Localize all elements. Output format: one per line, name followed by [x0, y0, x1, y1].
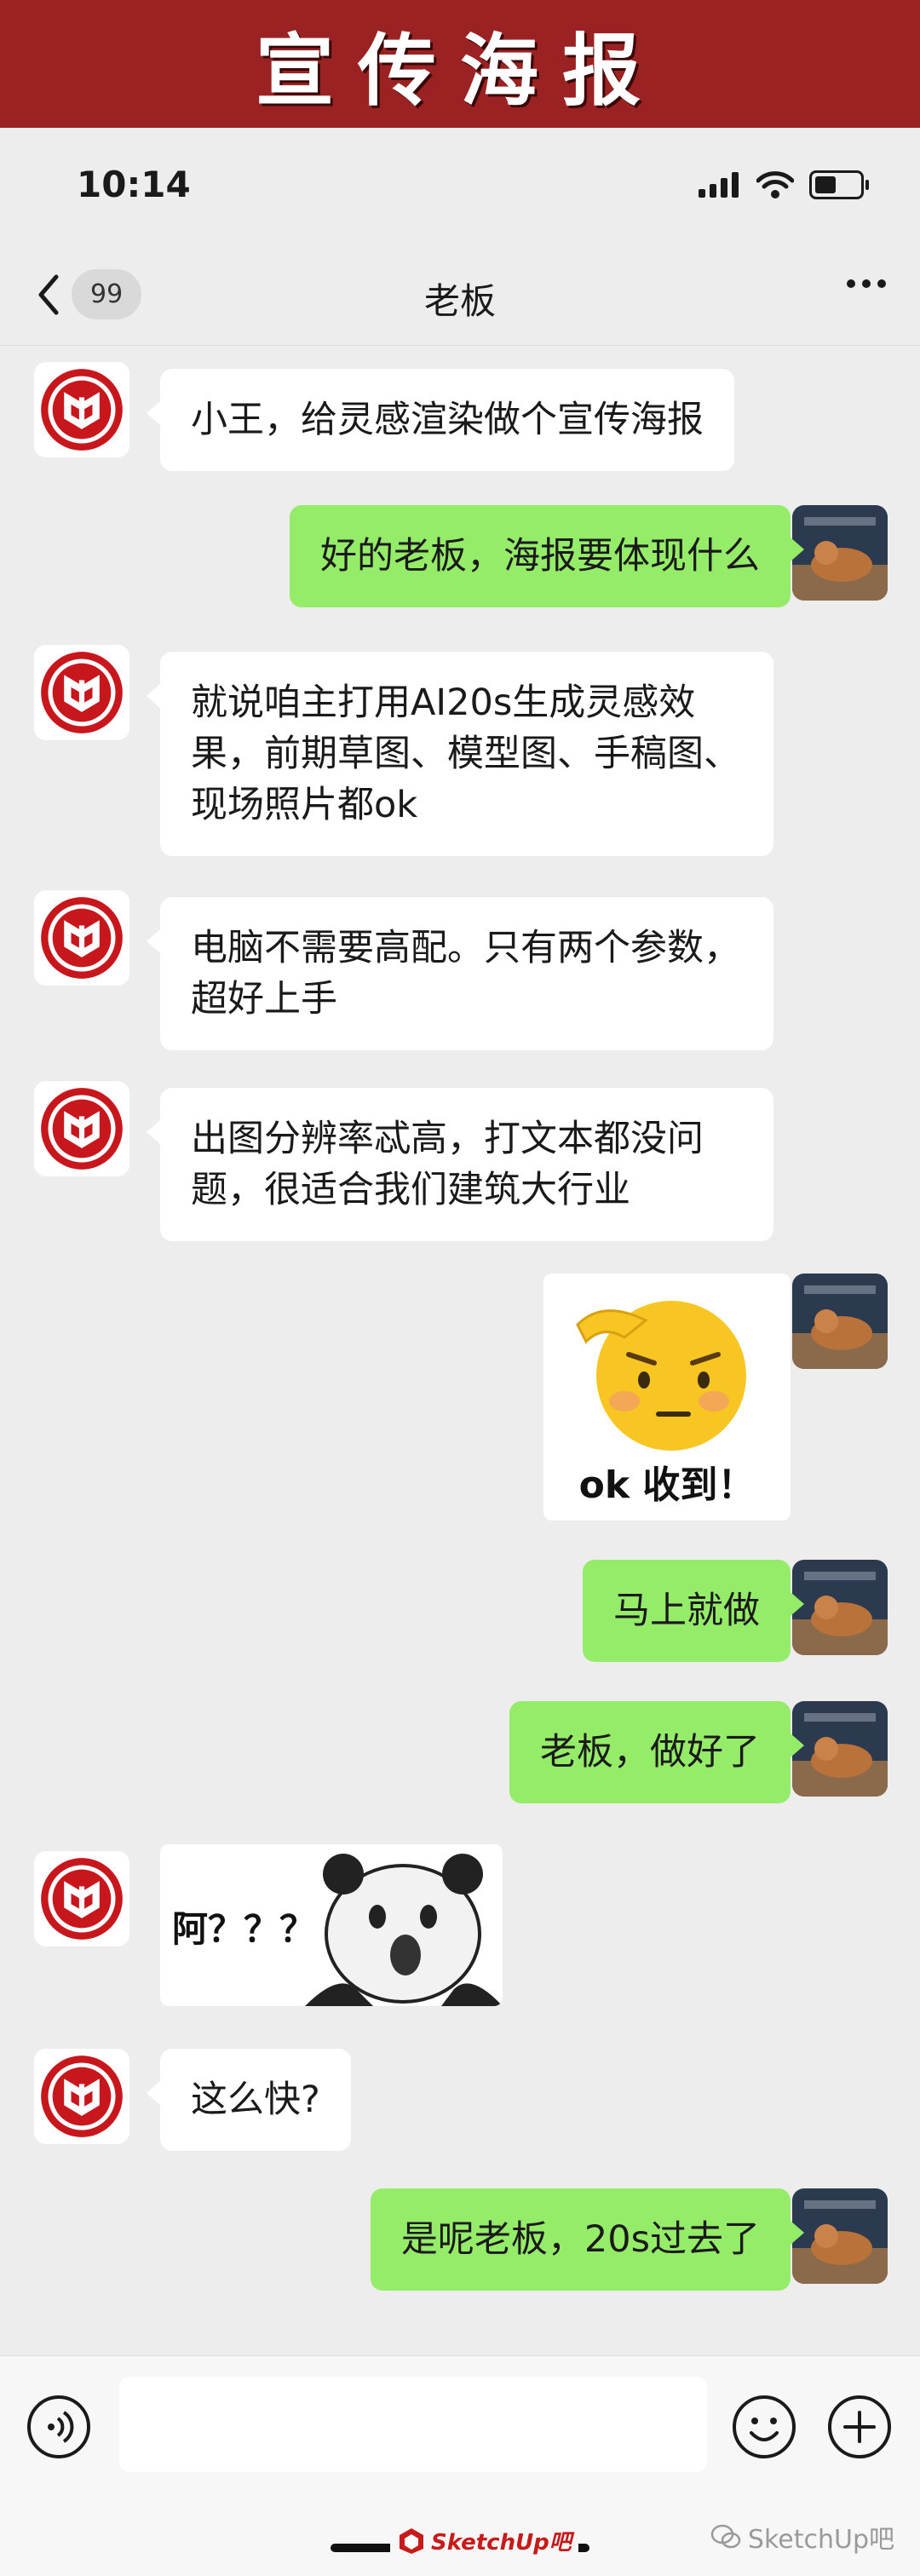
more-dot-icon [877, 279, 886, 288]
cartoon-avatar-icon [792, 1560, 888, 1655]
voice-input-button[interactable] [26, 2394, 92, 2464]
boss-avatar[interactable] [34, 1081, 129, 1176]
poster-banner: 宣传海报 [0, 0, 920, 128]
account-name: SketchUp吧 [747, 2525, 894, 2555]
add-attachment-button[interactable] [826, 2394, 893, 2464]
red-logo-icon [41, 2056, 123, 2137]
message-bubble[interactable]: 老板，做好了 [509, 1701, 804, 1803]
red-logo-icon [41, 1088, 123, 1170]
message-bubble[interactable]: 是呢老板，20s过去了 [370, 2188, 805, 2291]
panda-sticker[interactable]: 阿？？？ [160, 1844, 503, 2006]
more-dot-icon [862, 279, 871, 288]
sticker-caption: 阿？？？ [172, 1908, 316, 1950]
cartoon-avatar-icon [792, 2188, 888, 2284]
plus-icon [828, 2395, 891, 2458]
more-dot-icon [847, 279, 855, 288]
message-bubble[interactable]: 马上就做 [583, 1560, 804, 1662]
sketchup-logo-icon [400, 2527, 423, 2554]
message-bubble[interactable]: 小王，给灵感渲染做个宣传海报 [147, 369, 734, 471]
smiley-icon [733, 2395, 796, 2458]
my-avatar[interactable] [792, 1701, 888, 1797]
account-watermark: SketchUp吧 [710, 2518, 894, 2556]
emoji-button[interactable] [731, 2394, 797, 2464]
status-bar: 10:14 [0, 128, 920, 239]
my-avatar[interactable] [792, 1560, 888, 1655]
sticker-caption: ok 收到！ [578, 1463, 756, 1507]
red-logo-icon [41, 369, 123, 451]
battery-icon [809, 170, 869, 199]
message-bubble[interactable]: 电脑不需要高配。只有两个参数，超好上手 [147, 897, 773, 1050]
message-bubble[interactable]: 这么快? [147, 2049, 351, 2151]
message-bubble[interactable]: 出图分辨率忒高，打文本都没问题，很适合我们建筑大行业 [147, 1088, 773, 1241]
wifi-icon [756, 171, 794, 198]
chat-title: 老板 [423, 280, 496, 322]
salute-sticker[interactable]: ok 收到！ [543, 1274, 791, 1521]
watermark-logo-text: SketchUp吧 [431, 2530, 572, 2556]
wechat-icon [710, 2524, 741, 2549]
boss-avatar[interactable] [34, 890, 129, 986]
cartoon-avatar-icon [792, 505, 888, 601]
status-icons [699, 170, 869, 199]
panda-face-icon [305, 1854, 503, 2006]
cartoon-avatar-icon [792, 1701, 888, 1797]
boss-avatar[interactable] [34, 2049, 129, 2144]
voice-icon [27, 2395, 90, 2458]
signal-icon [699, 172, 739, 198]
chat-nav-bar: 99 老板 [0, 239, 920, 346]
red-logo-icon [41, 1858, 123, 1940]
boss-avatar[interactable] [34, 645, 129, 740]
cartoon-avatar-icon [792, 1274, 888, 1369]
message-input[interactable] [119, 2377, 707, 2472]
status-time: 10:14 [77, 164, 191, 205]
my-avatar[interactable] [792, 1274, 888, 1369]
input-bar: SketchUp吧 SketchUp吧 [0, 2355, 920, 2576]
banner-title: 宣传海报 [255, 25, 664, 117]
my-avatar[interactable] [792, 505, 888, 601]
my-avatar[interactable] [792, 2188, 888, 2284]
red-logo-icon [41, 897, 123, 979]
more-options-button[interactable] [847, 279, 886, 288]
red-logo-icon [41, 652, 123, 733]
message-bubble[interactable]: 就说咱主打用AI20s生成灵感效果，前期草图、模型图、手稿图、现场照片都ok [147, 652, 773, 856]
boss-avatar[interactable] [34, 362, 129, 457]
watermark-logo: SketchUp吧 [390, 2525, 578, 2556]
salute-emoji-icon [576, 1301, 746, 1451]
boss-avatar[interactable] [34, 1851, 129, 1946]
message-bubble[interactable]: 好的老板，海报要体现什么 [290, 505, 804, 607]
